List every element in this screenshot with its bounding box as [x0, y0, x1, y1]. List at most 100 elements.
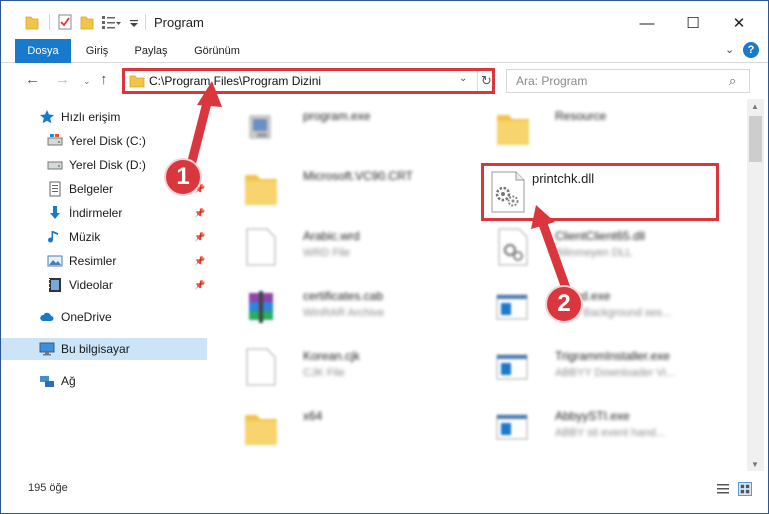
file-type: ABBY sti event hand... [555, 427, 665, 439]
sidebar-item-this-pc[interactable]: Bu bilgisayar [1, 338, 207, 360]
sidebar-item-label: Bu bilgisayar [61, 342, 130, 356]
explorer-window: Program — ☐ ✕ Dosya Giriş Paylaş Görünüm… [0, 0, 769, 514]
file-tile-abbyysti-exe[interactable]: AbbyySTI.exe ABBY sti event hand... [483, 401, 723, 457]
download-icon [50, 206, 60, 219]
dll-icon [498, 228, 528, 266]
scroll-up-icon[interactable]: ▲ [751, 102, 759, 111]
pin-icon[interactable]: 📌 [194, 232, 205, 243]
up-button[interactable]: ↑ [100, 71, 108, 88]
exe-icon [249, 115, 271, 139]
sidebar-item-downloads[interactable]: İndirmeler 📌 [1, 202, 211, 224]
quick-access-menu-icon[interactable] [129, 13, 139, 31]
star-icon [40, 110, 54, 124]
back-button[interactable]: ← [25, 71, 40, 88]
file-tile-printchk-dll[interactable]: printchk.dll [481, 163, 719, 221]
exe-icon [496, 294, 528, 320]
vertical-scrollbar[interactable]: ▲ ▼ [747, 99, 764, 471]
sidebar-item-label: Videolar [69, 278, 113, 292]
annotation-callout-2: 2 [545, 285, 583, 323]
title-separator [145, 14, 146, 30]
sidebar-item-quick-access[interactable]: Hızlı erişim [1, 106, 211, 128]
refresh-button[interactable]: ↻ [477, 71, 495, 91]
tiles-view-icon[interactable] [738, 482, 752, 496]
maximize-button[interactable]: ☐ [673, 9, 713, 37]
file-tile-vc90[interactable]: Microsoft.VC90.CRT [231, 161, 471, 217]
sidebar-item-music[interactable]: Müzik 📌 [1, 226, 211, 248]
file-tile-resource[interactable]: Resource [483, 101, 723, 157]
file-tile-korean-cjk[interactable]: Korean.cjk CJK File [231, 341, 471, 397]
file-tile-certificates-cab[interactable]: certificates.cab WinRAR Archive [231, 281, 471, 337]
ribbon-expand-icon[interactable]: ⌄ [725, 43, 734, 56]
search-box[interactable]: Ara: Program ⌕ [506, 69, 750, 93]
drive-icon [47, 161, 63, 170]
folder-icon [245, 175, 277, 205]
file-name: Resource [555, 109, 607, 123]
sidebar-item-pictures[interactable]: Resimler 📌 [1, 250, 211, 272]
file-tile-arabic-wrd[interactable]: Arabic.wrd WRD File [231, 221, 471, 277]
file-name: printchk.dll [532, 171, 595, 186]
help-icon[interactable]: ? [743, 42, 759, 58]
file-name: AbbyySTI.exe [555, 409, 630, 423]
file-type: ABBYY Downloader Vi... [555, 367, 676, 379]
tab-view[interactable]: Görünüm [185, 39, 249, 63]
rar-icon [249, 291, 273, 323]
customize-icon[interactable] [101, 13, 121, 31]
sidebar-item-label: Belgeler [69, 182, 114, 196]
file-tile-x64[interactable]: x64 [231, 401, 471, 457]
details-view-icon[interactable] [716, 482, 730, 496]
file-name: Korean.cjk [303, 349, 360, 363]
sidebar-item-label: Resimler [69, 254, 117, 268]
file-tile-trigramm-exe[interactable]: TrigrammInstaller.exe ABBYY Downloader V… [483, 341, 723, 397]
exe-icon [496, 414, 528, 440]
file-name: TrigrammInstaller.exe [555, 349, 670, 363]
ribbon-tabs: Dosya Giriş Paylaş Görünüm ⌄ ? [1, 39, 768, 63]
file-name: x64 [303, 409, 323, 423]
tab-share[interactable]: Paylaş [127, 39, 175, 63]
file-list: program.exe Resource Microsoft.VC90.CRT … [211, 99, 747, 471]
file-icon [246, 228, 276, 266]
folder-icon [245, 415, 277, 445]
file-icon [246, 348, 276, 386]
network-icon [40, 376, 54, 387]
scroll-thumb[interactable] [749, 116, 762, 162]
address-path[interactable]: C:\Program Files\Program Dizini [149, 74, 321, 88]
recent-locations-button[interactable]: ⌄ [83, 76, 91, 87]
file-type: Bilinmeyen DLL [555, 247, 633, 259]
close-button[interactable]: ✕ [719, 9, 759, 37]
navigation-pane: Hızlı erişim Yerel Disk (C:) Yerel Disk … [1, 99, 211, 471]
scroll-down-icon[interactable]: ▼ [751, 460, 759, 469]
pictures-icon [47, 255, 63, 267]
annotation-callout-1: 1 [164, 158, 202, 196]
file-tile-bkgnd-exe[interactable]: bkgnd.exe Abby Background ses... [483, 281, 723, 337]
sidebar-item-label: İndirmeler [69, 206, 123, 220]
tab-file[interactable]: Dosya [15, 39, 71, 63]
pin-icon[interactable]: 📌 [194, 280, 205, 291]
file-type: WRD File [303, 247, 351, 259]
minimize-button[interactable]: — [627, 9, 667, 37]
tab-home[interactable]: Giriş [77, 39, 117, 63]
sidebar-item-disk-c[interactable]: Yerel Disk (C:) [1, 130, 211, 152]
file-name: program.exe [303, 109, 371, 123]
sidebar-item-videos[interactable]: Videolar 📌 [1, 274, 211, 296]
new-folder-icon[interactable] [80, 13, 94, 31]
address-dropdown-icon[interactable]: ⌄ [459, 73, 467, 84]
pin-icon[interactable]: 📌 [194, 208, 205, 219]
forward-button[interactable]: → [55, 71, 70, 88]
folder-icon[interactable] [25, 13, 39, 31]
file-tile-client-dll[interactable]: ClientClient65.dll Bilinmeyen DLL [483, 221, 723, 277]
file-tile-program-exe[interactable]: program.exe [231, 101, 471, 157]
sidebar-item-network[interactable]: Ağ [1, 370, 211, 392]
pin-icon[interactable]: 📌 [194, 256, 205, 267]
search-icon[interactable]: ⌕ [729, 73, 736, 89]
sidebar-item-label: Hızlı erişim [61, 110, 121, 124]
sidebar-item-label: Müzik [69, 230, 101, 244]
documents-icon [49, 181, 61, 197]
properties-check-icon[interactable] [58, 13, 72, 31]
sidebar-item-onedrive[interactable]: OneDrive [1, 306, 211, 328]
sidebar-item-label: Yerel Disk (D:) [69, 158, 146, 172]
address-bar[interactable]: C:\Program Files\Program Dizini ⌄ ↻ [122, 68, 495, 94]
search-input[interactable]: Ara: Program [516, 74, 587, 88]
navigation-bar: ← → ⌄ ↑ C:\Program Files\Program Dizini … [1, 63, 768, 99]
music-icon [48, 231, 58, 243]
window-title: Program [154, 15, 204, 30]
